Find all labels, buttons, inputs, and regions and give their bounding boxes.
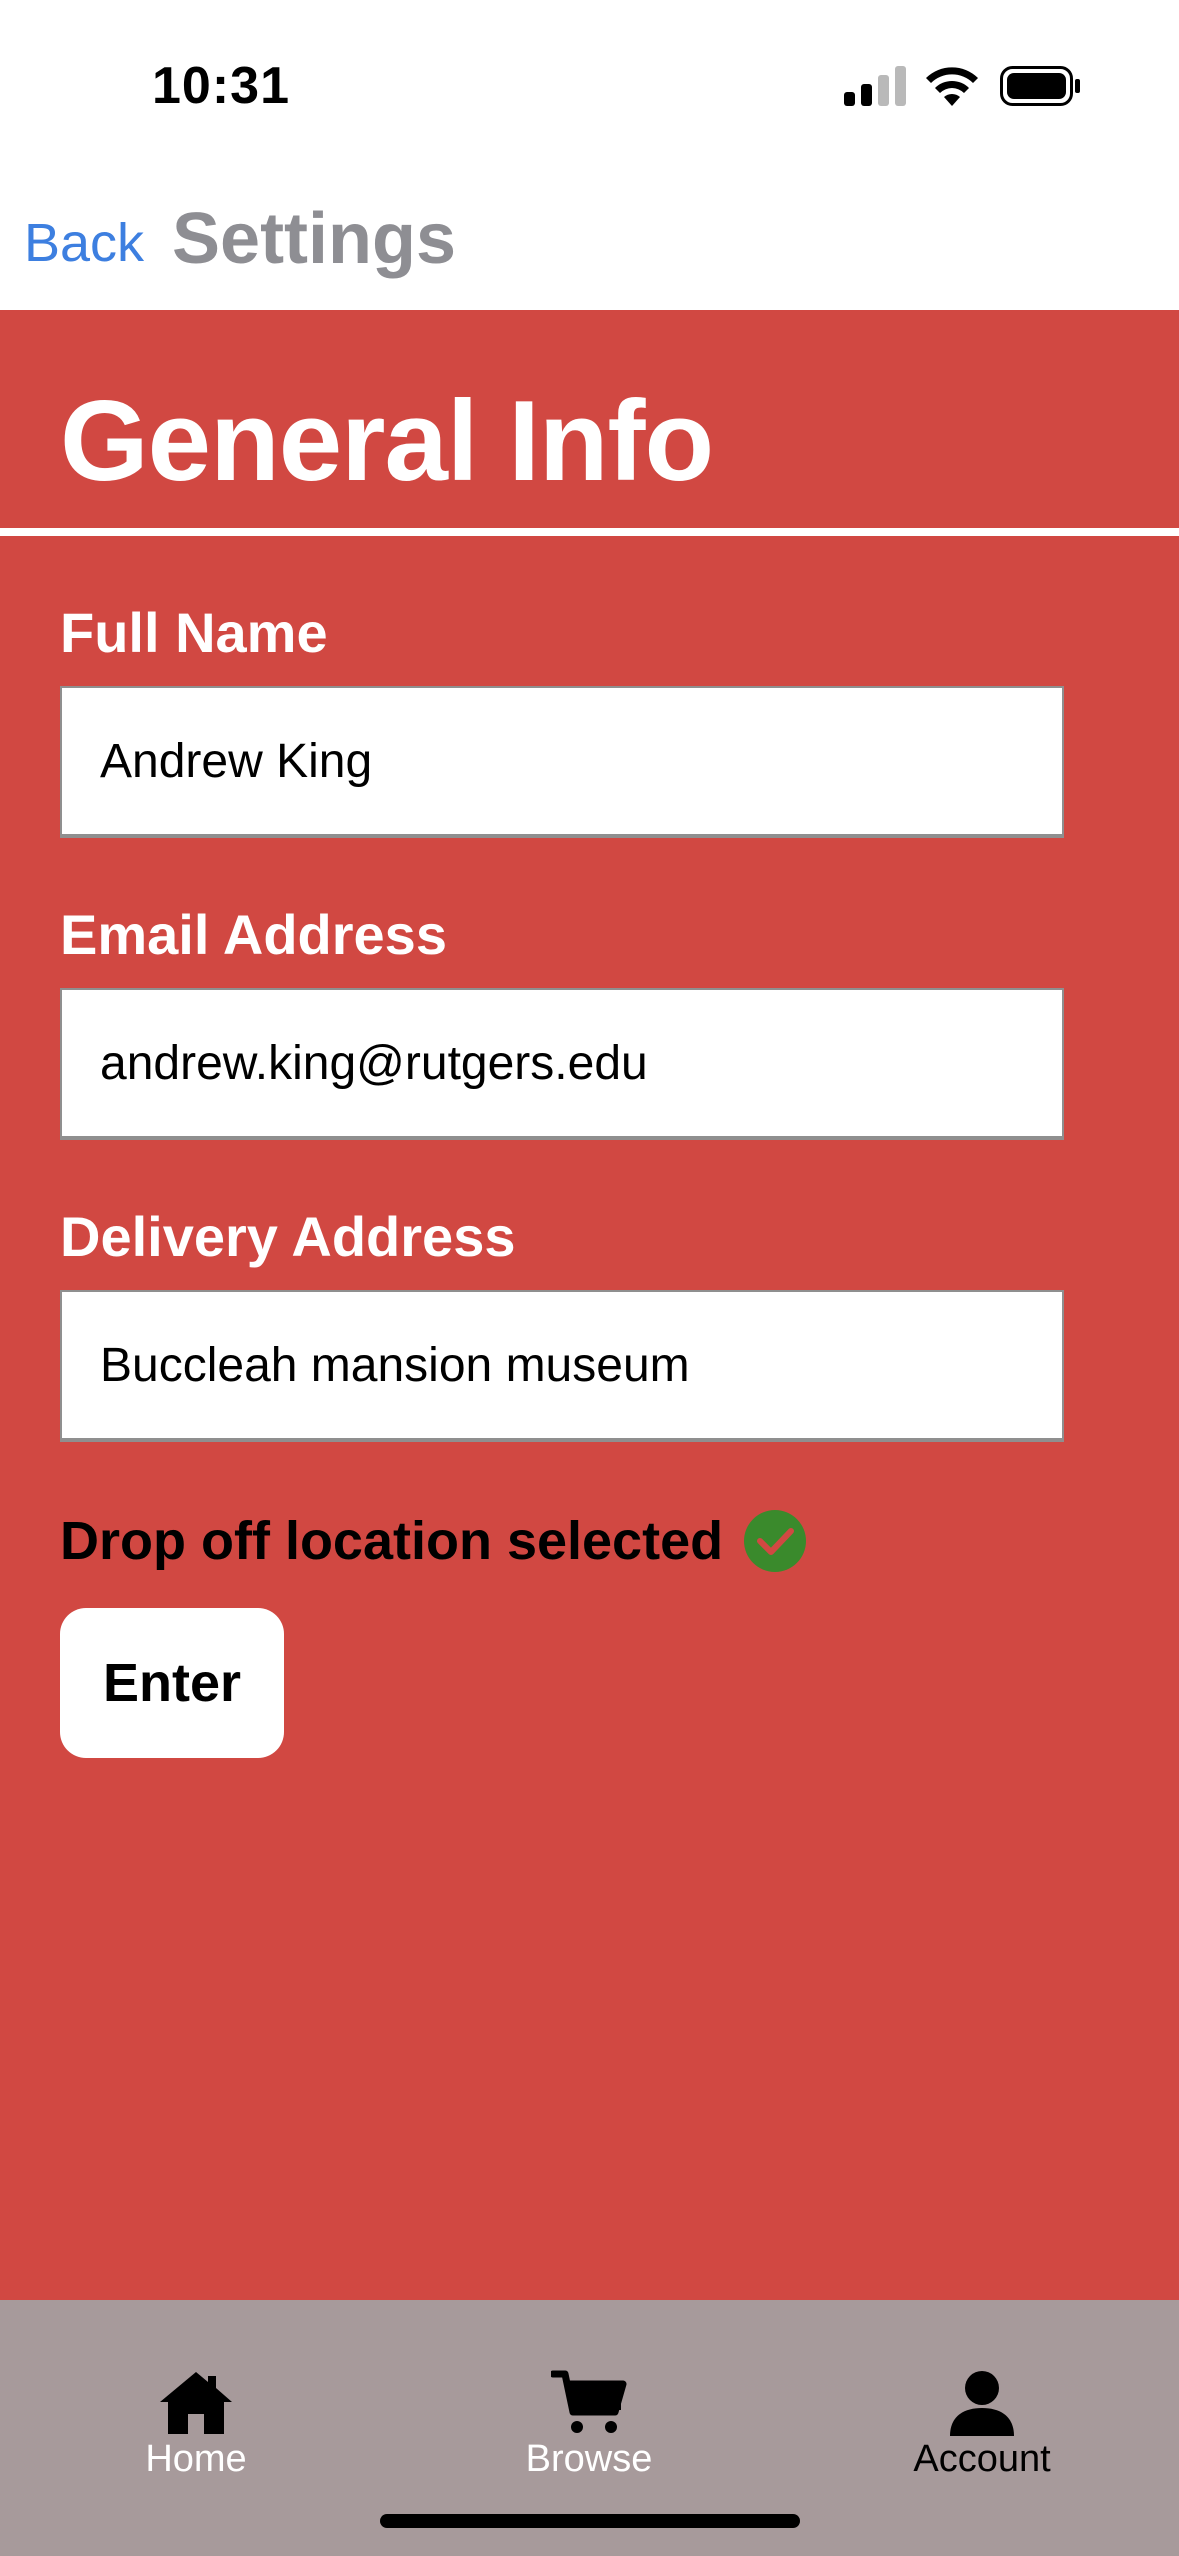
home-indicator [380,2514,800,2528]
full-name-input[interactable] [60,686,1064,838]
tab-home-label: Home [145,2438,247,2480]
tab-browse[interactable]: Browse [479,2370,699,2500]
nav-title: Settings [172,199,457,279]
status-bar: 10:31 [0,0,1179,160]
cellular-signal-icon [844,66,906,106]
tab-account-label: Account [913,2438,1051,2480]
email-label: Email Address [60,903,447,966]
email-input[interactable] [60,988,1064,1140]
check-circle-icon [744,1510,806,1572]
tab-account[interactable]: Account [872,2370,1092,2500]
drop-off-status: Drop off location selected [60,1511,724,1571]
delivery-address-input[interactable] [60,1290,1064,1442]
cart-icon [551,2370,627,2433]
person-icon [950,2371,1014,2436]
enter-button[interactable]: Enter [60,1608,284,1758]
page-title: General Info [60,378,714,505]
full-name-label: Full Name [60,601,328,664]
delivery-address-label: Delivery Address [60,1205,516,1268]
wifi-icon [926,67,978,106]
battery-icon [1000,66,1080,106]
back-button[interactable]: Back [24,212,144,274]
title-divider [0,528,1179,536]
tab-browse-label: Browse [525,2438,653,2480]
status-time: 10:31 [152,57,290,115]
tab-home[interactable]: Home [86,2370,306,2500]
nav-header: Back Settings [0,160,1179,310]
home-icon [160,2372,232,2434]
general-info-panel: General Info Full Name Email Address Del… [0,310,1179,2300]
